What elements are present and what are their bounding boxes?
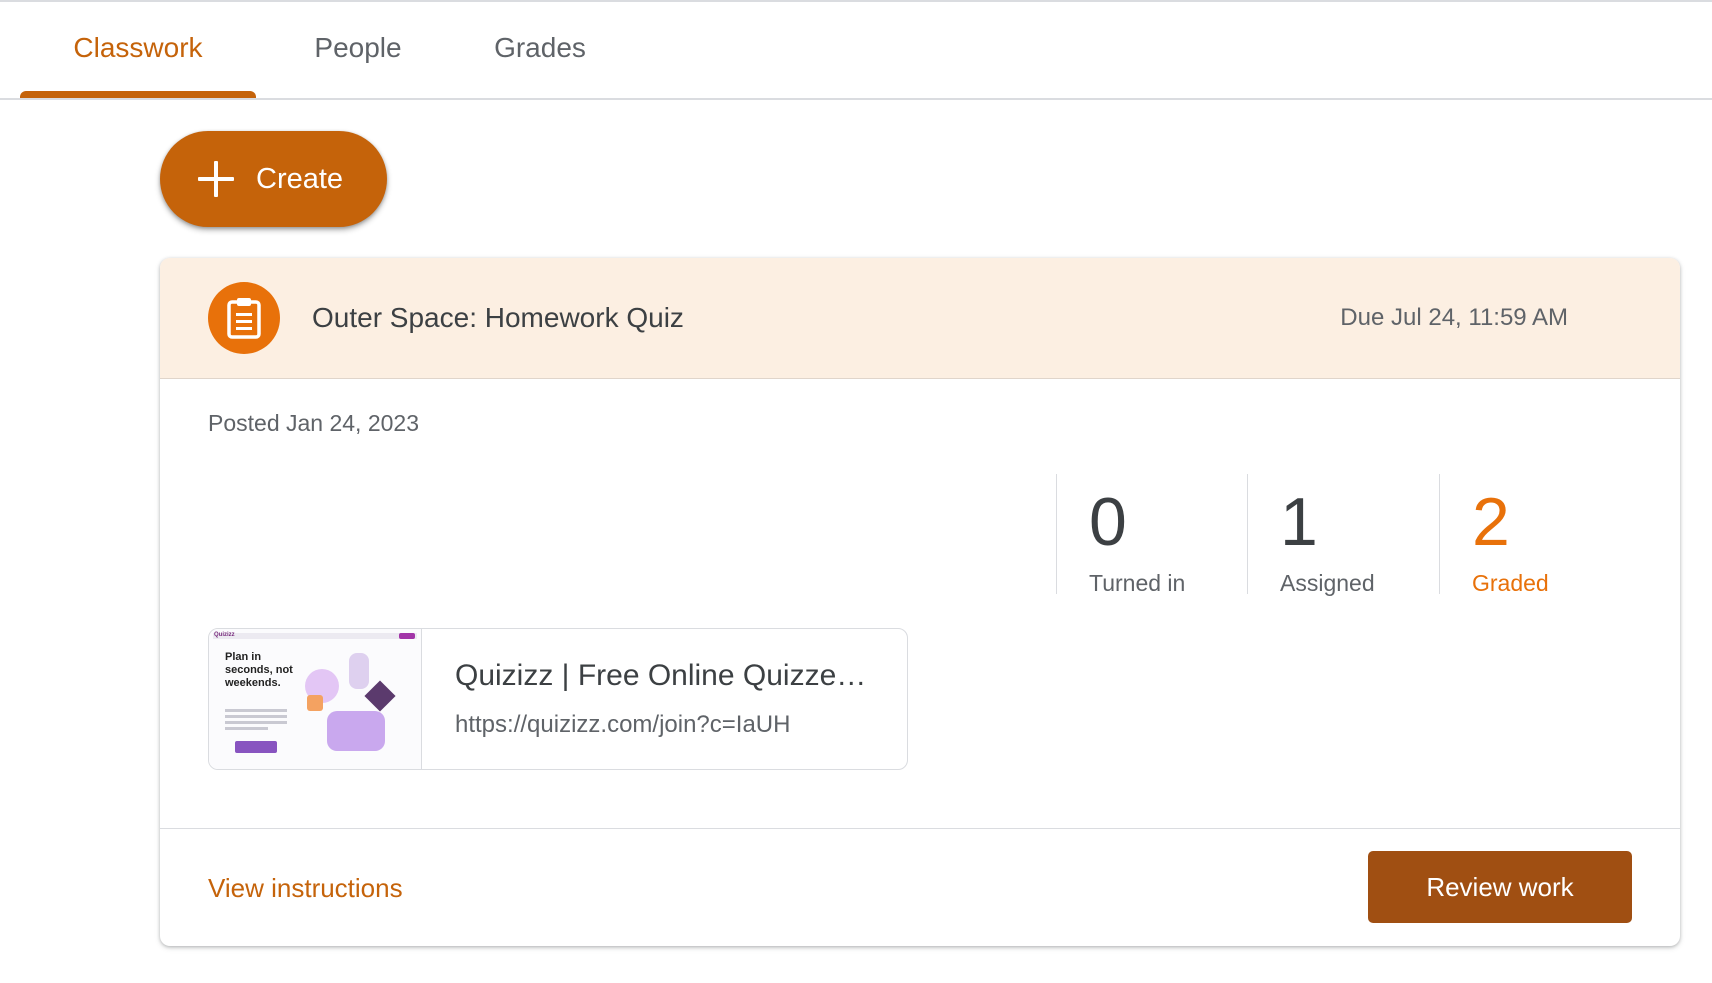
thumbnail-brand: Quizizz (214, 632, 235, 638)
thumbnail-headline: Plan in seconds, not weekends. (225, 651, 293, 689)
create-button-label: Create (256, 163, 344, 195)
stat-graded-value: 2 (1472, 484, 1510, 560)
stat-turned-in-label: Turned in (1089, 570, 1186, 596)
assignment-header[interactable]: Outer Space: Homework Quiz Due Jul 24, 1… (160, 258, 1680, 379)
thumbnail-illustration-figure (349, 653, 369, 689)
thumbnail-illustration-book (307, 695, 323, 711)
link-attachment[interactable]: Quizizz Plan in seconds, not weekends. Q… (208, 628, 908, 770)
assignment-card: Outer Space: Homework Quiz Due Jul 24, 1… (160, 258, 1680, 946)
stat-turned-in[interactable]: 0 Turned in (1056, 474, 1247, 596)
tab-bar: Classwork People Grades (0, 2, 1712, 100)
view-instructions-link[interactable]: View instructions (208, 829, 403, 946)
active-tab-indicator (20, 91, 256, 98)
thumbnail-illustration-cube (364, 680, 396, 712)
review-work-button[interactable]: Review work (1368, 851, 1632, 923)
stat-assigned-value: 1 (1280, 484, 1318, 560)
stat-turned-in-value: 0 (1089, 484, 1127, 560)
thumbnail-cta (235, 741, 277, 753)
create-button[interactable]: Create (160, 131, 387, 227)
thumbnail-navbar (213, 633, 417, 639)
posted-date: Posted Jan 24, 2023 (208, 410, 419, 436)
stat-graded-label: Graded (1472, 570, 1549, 596)
assignment-title: Outer Space: Homework Quiz (312, 302, 684, 333)
tab-grades[interactable]: Grades (468, 2, 612, 98)
thumbnail-text-lines (225, 709, 287, 733)
thumbnail-nav-button (399, 633, 415, 639)
tab-people[interactable]: People (278, 2, 438, 98)
attachment-thumbnail: Quizizz Plan in seconds, not weekends. (209, 629, 422, 769)
stat-graded[interactable]: 2 Graded (1439, 474, 1630, 596)
assignment-icon (208, 282, 280, 354)
thumbnail-illustration-box (327, 711, 385, 751)
stat-assigned[interactable]: 1 Assigned (1247, 474, 1438, 596)
plus-icon (198, 161, 234, 197)
tab-classwork[interactable]: Classwork (20, 2, 256, 98)
attachment-title: Quizizz | Free Online Quizzes for Every … (455, 659, 875, 692)
card-footer: View instructions Review work (160, 828, 1680, 946)
attachment-url: https://quizizz.com/join?c=IaUH (455, 711, 791, 738)
stat-assigned-label: Assigned (1280, 570, 1375, 596)
due-date: Due Jul 24, 11:59 AM (1340, 304, 1568, 331)
